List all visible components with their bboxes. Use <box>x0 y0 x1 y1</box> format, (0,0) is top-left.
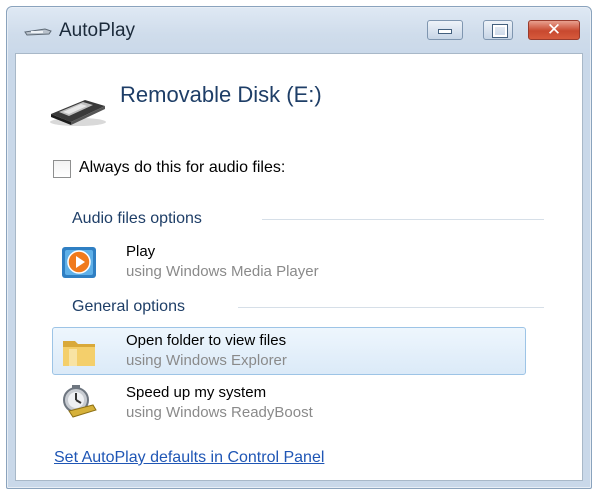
option-subtitle: using Windows Explorer <box>126 352 287 369</box>
option-title: Speed up my system <box>126 384 267 401</box>
folder-icon <box>63 341 95 366</box>
group-divider <box>238 307 544 308</box>
maximize-button[interactable] <box>483 20 513 40</box>
removable-disk-icon <box>50 100 106 126</box>
autoplay-window: AutoPlay ✕ Removable Disk (E:) Always do… <box>6 6 592 489</box>
option-title: Play <box>126 243 156 260</box>
title-bar[interactable]: AutoPlay ✕ <box>7 7 591 53</box>
always-do-this-checkbox[interactable] <box>53 160 71 178</box>
group-divider <box>262 219 544 220</box>
minimize-button[interactable] <box>427 20 463 40</box>
option-play[interactable]: Play using Windows Media Player <box>52 238 526 286</box>
media-player-icon <box>62 247 96 278</box>
option-subtitle: using Windows Media Player <box>126 263 319 280</box>
window-title: AutoPlay <box>59 20 136 41</box>
always-do-this-label[interactable]: Always do this for audio files: <box>79 159 285 177</box>
option-speed-up[interactable]: Speed up my system using Windows ReadyBo… <box>52 379 526 427</box>
option-subtitle: using Windows ReadyBoost <box>126 404 313 421</box>
readyboost-icon <box>63 385 97 418</box>
close-icon: ✕ <box>546 20 562 39</box>
control-panel-link[interactable]: Set AutoPlay defaults in Control Panel <box>54 449 324 467</box>
dialog-content: Removable Disk (E:) Always do this for a… <box>15 53 583 481</box>
option-open-folder[interactable]: Open folder to view files using Windows … <box>52 327 526 375</box>
group-header-audio: Audio files options <box>72 210 202 227</box>
autoplay-icon <box>24 28 52 36</box>
close-button[interactable]: ✕ <box>528 20 580 40</box>
option-title: Open folder to view files <box>126 332 287 349</box>
group-header-general: General options <box>72 298 185 315</box>
device-title: Removable Disk (E:) <box>120 82 322 107</box>
